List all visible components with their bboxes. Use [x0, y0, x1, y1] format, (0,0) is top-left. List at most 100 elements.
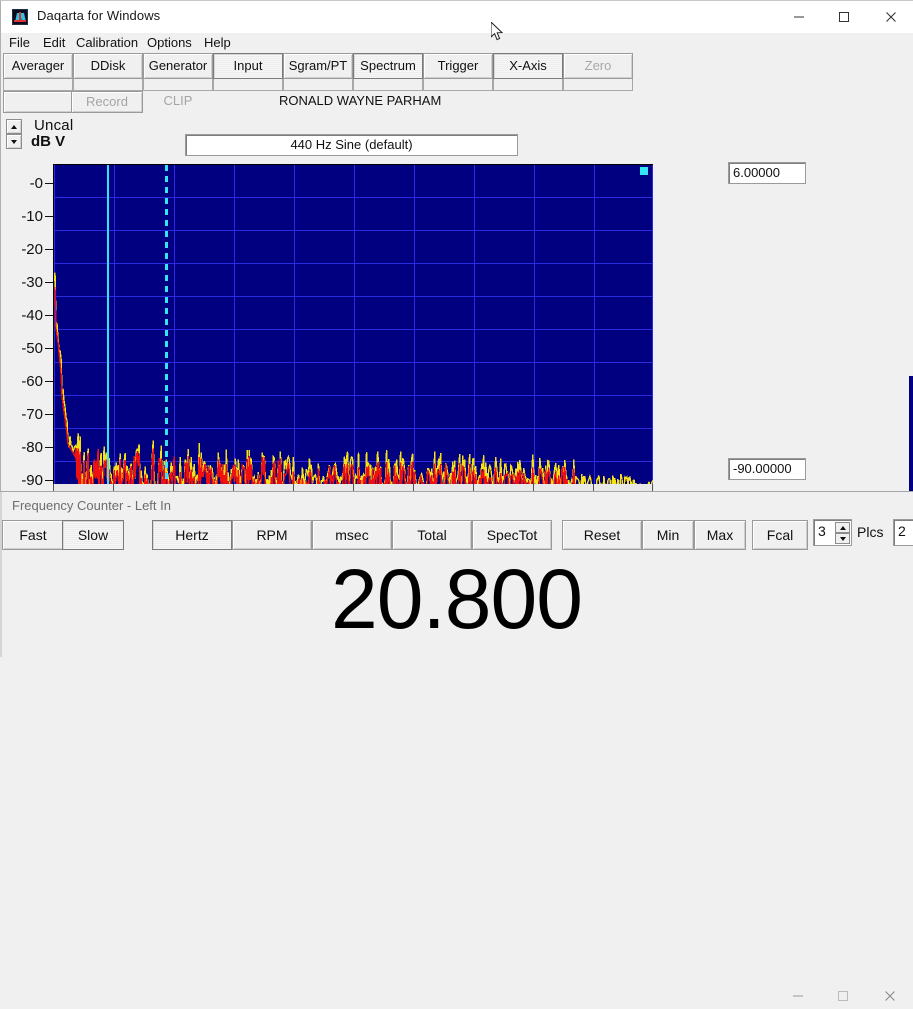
frequency-counter-title: Frequency Counter - Left In	[12, 498, 171, 513]
app-root: Daqarta for Windows File Edit Calibratio…	[0, 0, 913, 656]
tab-sgram-pt[interactable]: Sgram/PT	[283, 53, 353, 79]
offscreen-plot-edge	[909, 376, 913, 492]
places-spinner-up[interactable]	[835, 522, 850, 533]
fc-button-reset[interactable]: Reset	[562, 520, 642, 550]
places-value: 3	[818, 523, 826, 539]
clip-button[interactable]: CLIP	[143, 91, 213, 113]
maximize-button[interactable]	[821, 1, 866, 32]
minimize-button[interactable]	[776, 1, 821, 32]
places-spinner-down[interactable]	[835, 533, 850, 544]
y-tick-label: -30	[21, 276, 43, 290]
daqarta-main-window: Daqarta for Windows File Edit Calibratio…	[0, 0, 913, 497]
scale-spinner-down[interactable]	[6, 134, 22, 149]
y-tick-mark	[45, 282, 53, 283]
y-tick-mark	[45, 315, 53, 316]
daqarta-icon	[12, 9, 28, 25]
y-tick-label: -0	[30, 177, 43, 191]
y-tick-label: -90	[21, 474, 43, 488]
menu-file[interactable]: File	[9, 35, 30, 50]
y-tick-mark	[45, 183, 53, 184]
tab-spectrum[interactable]: Spectrum	[353, 53, 423, 79]
spinner-up-icon	[11, 125, 17, 129]
frequency-reading: 20.800	[0, 555, 913, 643]
fc-button-fcal[interactable]: Fcal	[752, 520, 808, 550]
scale-spinner[interactable]	[6, 119, 22, 149]
fc-button-slow[interactable]: Slow	[62, 520, 124, 550]
fc-button-fast[interactable]: Fast	[2, 520, 64, 550]
y-tick-mark	[45, 381, 53, 382]
y-tick-mark	[45, 216, 53, 217]
y-tick-label: -50	[21, 342, 43, 356]
fc-button-spectot[interactable]: SpecTot	[472, 520, 552, 550]
frequency-counter-toolbar: Fast Slow Hertz RPM msec Total SpecTot R…	[0, 520, 913, 550]
dashed-cursor[interactable]	[165, 165, 168, 491]
db-v-label: dB V	[31, 134, 65, 150]
blank-button[interactable]	[3, 91, 73, 113]
close-button[interactable]	[867, 1, 913, 32]
fc-button-max[interactable]: Max	[694, 520, 746, 550]
fc-minimize-button[interactable]	[775, 983, 820, 1009]
tab-row: Averager DDisk Generator Input Sgram/PT …	[1, 53, 913, 79]
extra-value-field[interactable]: 2	[893, 519, 913, 546]
tab-zero: Zero	[563, 53, 633, 79]
y-tick-label: -40	[21, 309, 43, 323]
y-tick-label: -60	[21, 375, 43, 389]
spectrum-plot[interactable]	[53, 164, 653, 491]
menu-edit[interactable]: Edit	[43, 35, 65, 50]
uncal-label: Uncal	[34, 118, 73, 134]
tab-underrow-cell	[353, 79, 423, 91]
tab-generator[interactable]: Generator	[143, 53, 213, 79]
fc-button-min[interactable]: Min	[642, 520, 694, 550]
y-tick-mark	[45, 249, 53, 250]
fc-button-hertz[interactable]: Hertz	[152, 520, 232, 550]
menu-calibration[interactable]: Calibration	[76, 35, 138, 50]
y-tick-mark	[45, 447, 53, 448]
menu-bar: File Edit Calibration Options Help	[1, 33, 913, 53]
solid-cursor[interactable]	[107, 165, 109, 491]
scale-bottom-value[interactable]: -90.00000	[728, 458, 806, 480]
tab-underrow-cell	[3, 79, 73, 91]
generator-preset-field[interactable]: 440 Hz Sine (default)	[185, 134, 518, 156]
menu-options[interactable]: Options	[147, 35, 192, 50]
tab-underrow-cell	[283, 79, 353, 91]
tab-averager[interactable]: Averager	[3, 53, 73, 79]
y-tick-mark	[45, 480, 53, 481]
window-title: Daqarta for Windows	[37, 8, 160, 23]
spinner-up-icon	[840, 526, 846, 530]
places-spinner[interactable]	[835, 522, 850, 544]
fc-button-total[interactable]: Total	[392, 520, 472, 550]
tab-trigger[interactable]: Trigger	[423, 53, 493, 79]
fc-maximize-button[interactable]	[820, 983, 865, 1009]
tab-underrow-cell	[73, 79, 143, 91]
record-row: Record CLIP RONALD WAYNE PARHAM	[1, 91, 913, 113]
menu-help[interactable]: Help	[204, 35, 231, 50]
places-stepper[interactable]: 3	[813, 519, 852, 546]
tab-underrow-cell	[213, 79, 283, 91]
tab-underrow-cell	[563, 79, 633, 91]
tab-ddisk[interactable]: DDisk	[73, 53, 143, 79]
fc-button-msec[interactable]: msec	[312, 520, 392, 550]
spinner-down-icon	[840, 537, 846, 541]
tab-underrow-cell	[143, 79, 213, 91]
y-tick-label: -70	[21, 408, 43, 422]
tab-underrow-cell	[423, 79, 493, 91]
y-tick-mark	[45, 348, 53, 349]
y-tick-label: -20	[21, 243, 43, 257]
tab-underrow	[1, 79, 913, 91]
y-tick-label: -10	[21, 210, 43, 224]
y-tick-mark	[45, 414, 53, 415]
places-label: Plcs	[857, 524, 883, 540]
tab-underrow-cell	[493, 79, 563, 91]
tab-x-axis[interactable]: X-Axis	[493, 53, 563, 79]
tab-input[interactable]: Input	[213, 53, 283, 79]
fc-close-button[interactable]	[866, 983, 913, 1009]
y-tick-label: -80	[21, 441, 43, 455]
license-username: RONALD WAYNE PARHAM	[279, 93, 441, 108]
scale-spinner-up[interactable]	[6, 119, 22, 134]
spinner-down-icon	[11, 140, 17, 144]
extra-value: 2	[898, 523, 906, 539]
fc-button-rpm[interactable]: RPM	[232, 520, 312, 550]
record-button[interactable]: Record	[71, 91, 143, 113]
spectrum-traces	[54, 165, 653, 491]
scale-top-value[interactable]: 6.00000	[728, 162, 806, 184]
